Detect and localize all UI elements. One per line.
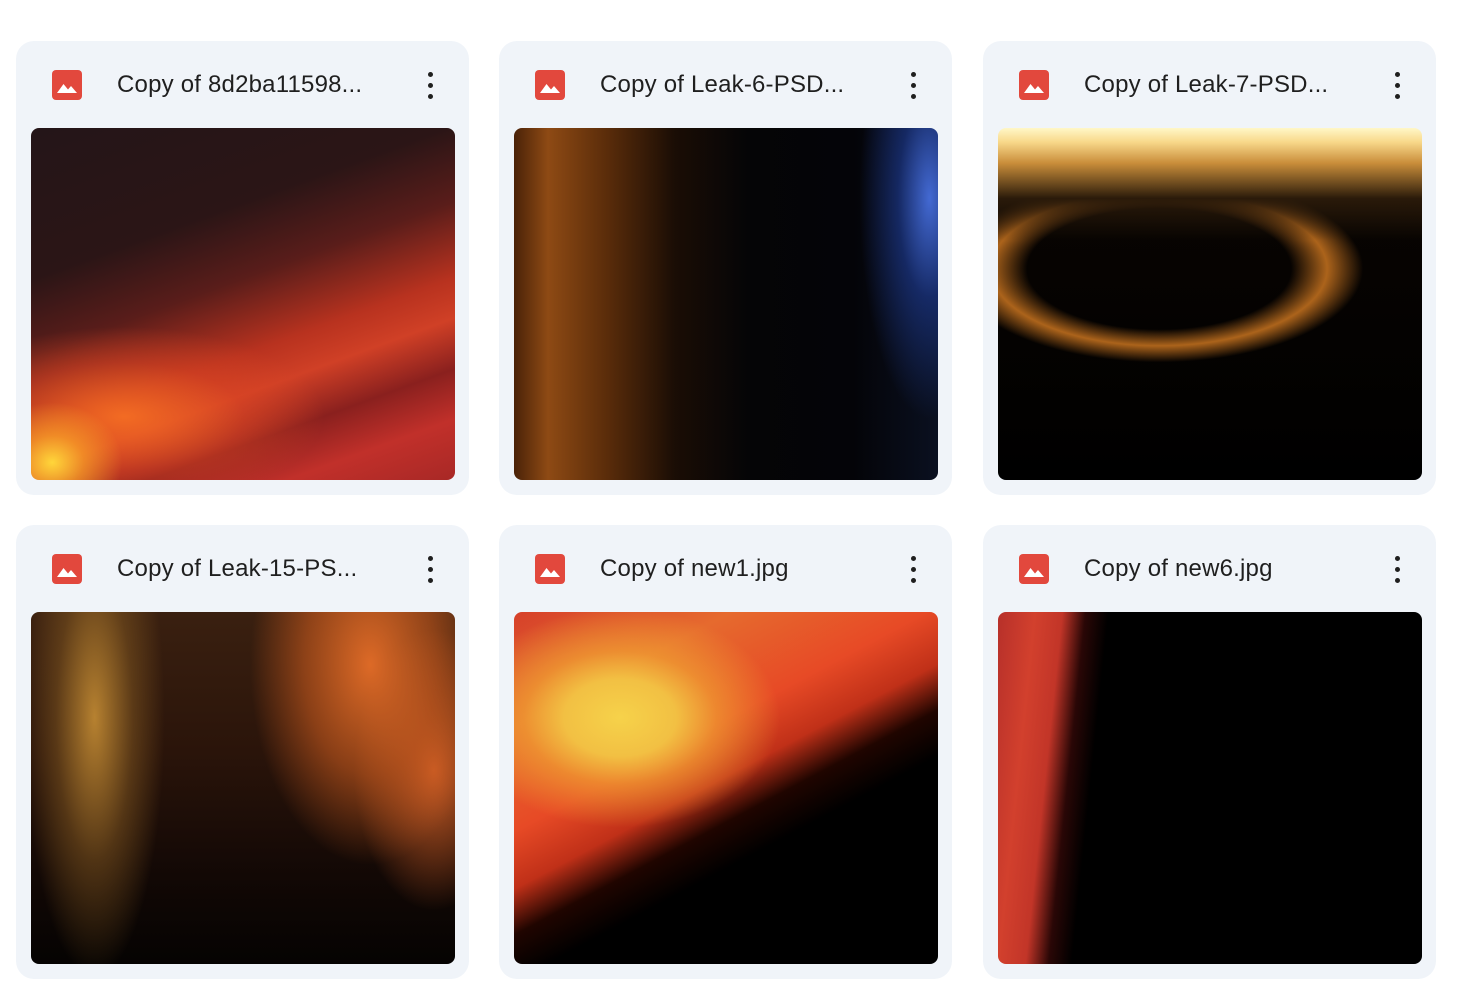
file-grid: Copy of 8d2ba11598... Copy of Leak-6-PSD… (0, 0, 1458, 1004)
more-options-button[interactable] (412, 549, 448, 589)
more-options-button[interactable] (1379, 549, 1415, 589)
file-thumbnail[interactable] (31, 612, 455, 964)
image-icon (52, 70, 82, 100)
file-name[interactable]: Copy of Leak-6-PSD... (600, 69, 890, 101)
image-icon (535, 554, 565, 584)
file-card[interactable]: Copy of new6.jpg (983, 525, 1436, 979)
file-card-header: Copy of Leak-15-PS... (16, 525, 469, 611)
more-vert-icon (910, 71, 916, 77)
file-card-header: Copy of new1.jpg (499, 525, 952, 611)
file-card[interactable]: Copy of Leak-7-PSD... (983, 41, 1436, 495)
more-vert-icon (910, 555, 916, 561)
file-card-header: Copy of 8d2ba11598... (16, 41, 469, 127)
file-name[interactable]: Copy of Leak-7-PSD... (1084, 69, 1374, 101)
image-icon (1019, 70, 1049, 100)
file-card[interactable]: Copy of Leak-6-PSD... (499, 41, 952, 495)
file-thumbnail[interactable] (514, 128, 938, 480)
file-thumbnail[interactable] (514, 612, 938, 964)
image-icon (52, 554, 82, 584)
file-thumbnail[interactable] (998, 612, 1422, 964)
image-icon (1019, 554, 1049, 584)
file-name[interactable]: Copy of new6.jpg (1084, 553, 1374, 585)
more-vert-icon (427, 71, 433, 77)
file-name[interactable]: Copy of new1.jpg (600, 553, 890, 585)
file-card-header: Copy of new6.jpg (983, 525, 1436, 611)
file-card[interactable]: Copy of 8d2ba11598... (16, 41, 469, 495)
image-icon (535, 70, 565, 100)
file-card-header: Copy of Leak-6-PSD... (499, 41, 952, 127)
file-name[interactable]: Copy of Leak-15-PS... (117, 553, 407, 585)
file-card-header: Copy of Leak-7-PSD... (983, 41, 1436, 127)
file-card[interactable]: Copy of Leak-15-PS... (16, 525, 469, 979)
more-vert-icon (427, 555, 433, 561)
more-options-button[interactable] (412, 65, 448, 105)
more-options-button[interactable] (895, 65, 931, 105)
more-options-button[interactable] (895, 549, 931, 589)
more-vert-icon (1394, 71, 1400, 77)
more-vert-icon (1394, 555, 1400, 561)
file-name[interactable]: Copy of 8d2ba11598... (117, 69, 407, 101)
file-thumbnail[interactable] (31, 128, 455, 480)
file-thumbnail[interactable] (998, 128, 1422, 480)
more-options-button[interactable] (1379, 65, 1415, 105)
file-card[interactable]: Copy of new1.jpg (499, 525, 952, 979)
